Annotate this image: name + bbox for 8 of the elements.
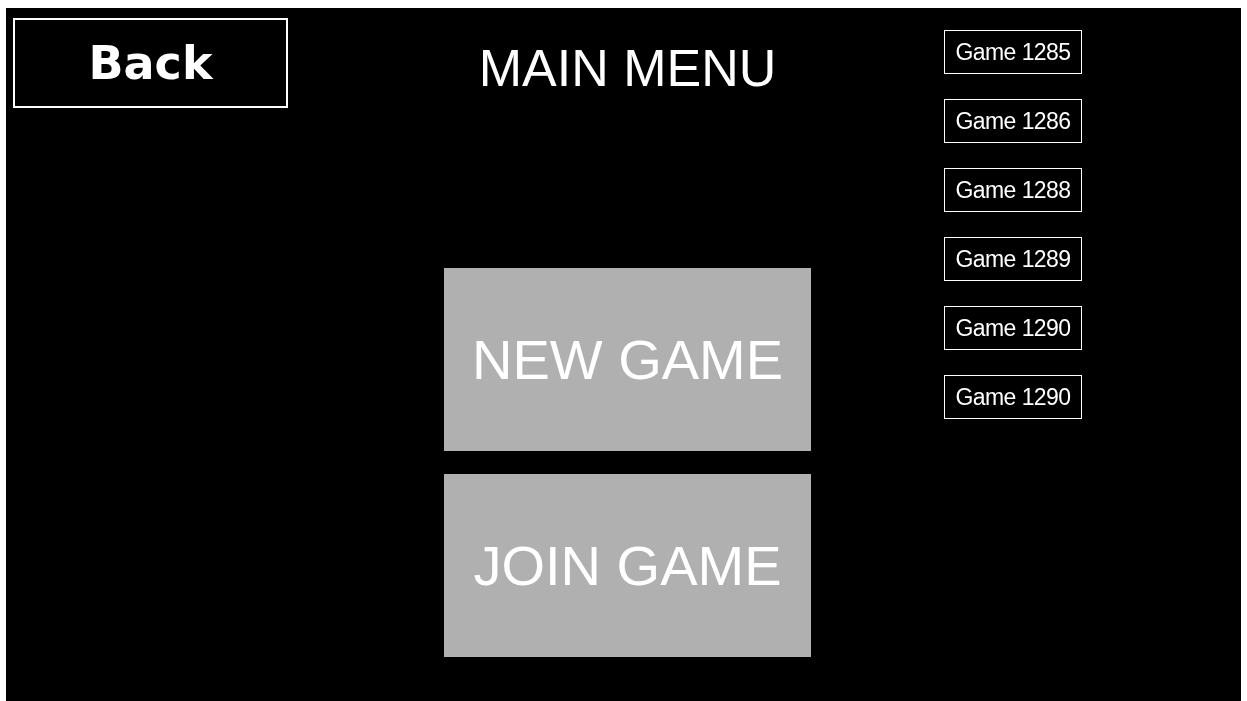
back-button[interactable]: Back [13,18,288,108]
game-list-item[interactable]: Game 1288 [944,168,1082,212]
screen-title: MAIN MENU [478,38,777,99]
game-list-item[interactable]: Game 1289 [944,237,1082,281]
game-list-item[interactable]: Game 1290 [944,306,1082,350]
game-list-item[interactable]: Game 1286 [944,99,1082,143]
game-list-item[interactable]: Game 1285 [944,30,1082,74]
game-list-item[interactable]: Game 1290 [944,375,1082,419]
